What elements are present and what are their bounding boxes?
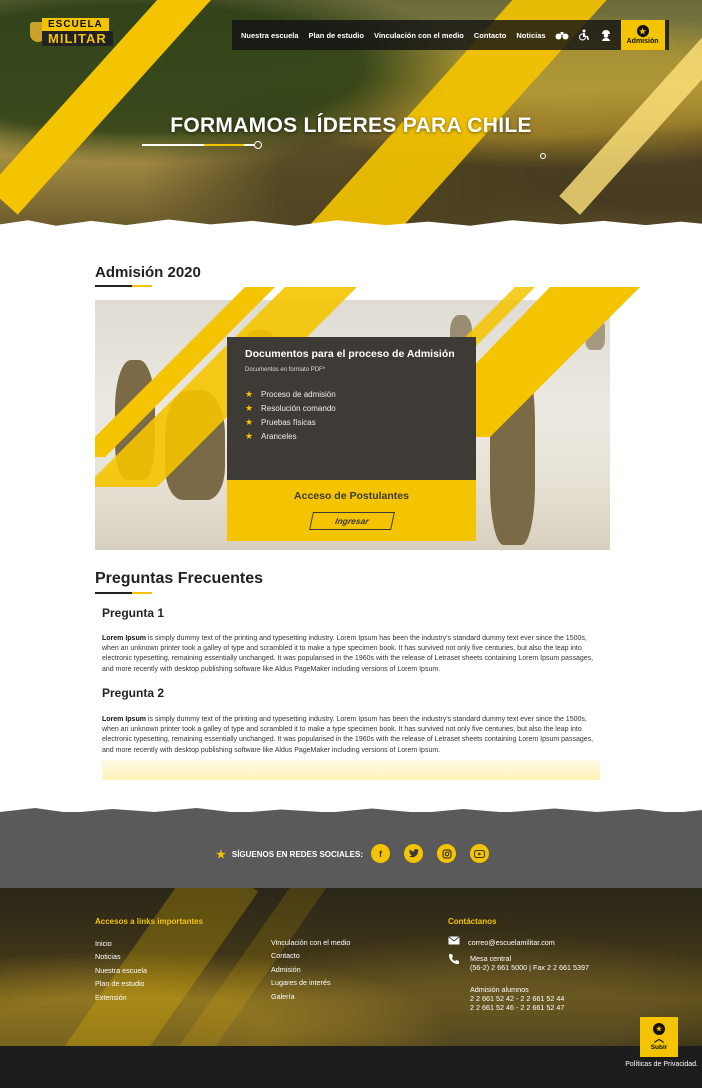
slider-dot[interactable] xyxy=(540,153,546,159)
envelope-icon xyxy=(448,936,460,948)
star-icon: ★ xyxy=(245,416,254,427)
twitter-icon[interactable] xyxy=(404,844,423,863)
logo-line2: MILITAR xyxy=(42,31,113,46)
star-icon: ★ xyxy=(216,849,226,861)
scroll-top-button[interactable]: ★ ︿ Subir xyxy=(640,1017,678,1057)
user-soldier-icon[interactable] xyxy=(598,27,614,43)
footer-link-plan-estudio[interactable]: Plan de estudio xyxy=(95,979,145,988)
footer-link-vinculacion[interactable]: Vinculación con el medio xyxy=(271,938,350,947)
footer-link-noticias[interactable]: Noticias xyxy=(95,952,121,961)
facebook-icon[interactable]: f xyxy=(371,844,390,863)
instagram-icon[interactable] xyxy=(437,844,456,863)
nav-item-noticias[interactable]: Noticias xyxy=(511,31,550,40)
nav-item-contacto[interactable]: Contacto xyxy=(469,31,512,40)
footer-link-galeria[interactable]: Galería xyxy=(271,992,295,1001)
social-label: ★ SÍGUENOS EN REDES SOCIALES: xyxy=(216,849,364,861)
faq-answer: Lorem Ipsum is simply dummy text of the … xyxy=(102,635,594,673)
contact-title: Contáctanos xyxy=(448,917,497,926)
logo-line1: ESCUELA xyxy=(42,18,109,31)
phone-number: (56-2) 2 661 5000 | Fax 2 2 661 5397 xyxy=(470,963,589,972)
star-icon: ★ xyxy=(245,430,254,441)
hero-underline xyxy=(142,144,254,146)
document-link[interactable]: ★ Aranceles xyxy=(245,429,458,443)
nav-item-vinculacion[interactable]: Vinculación con el medio xyxy=(369,31,469,40)
document-link[interactable]: ★ Resolución comando xyxy=(245,401,458,415)
admision-button[interactable]: ★ Admisión xyxy=(620,20,665,50)
phone-label: Mesa central xyxy=(470,954,512,963)
main-nav: Nuestra escuela Plan de estudio Vinculac… xyxy=(232,20,669,50)
footer-link-nuestra-escuela[interactable]: Nuestra escuela xyxy=(95,966,147,975)
star-icon: ★ xyxy=(636,25,649,37)
document-link[interactable]: ★ Pruebas físicas xyxy=(245,415,458,429)
admision-label: Admisión xyxy=(626,38,659,45)
students-label: Admisión alumnos xyxy=(470,985,529,994)
footer-link-admision[interactable]: Admisión xyxy=(271,965,301,974)
binoculars-icon[interactable] xyxy=(554,27,570,43)
admision-title: Admisión 2020 xyxy=(95,264,201,281)
nav-item-plan-estudio[interactable]: Plan de estudio xyxy=(304,31,369,40)
students-phone-1: 2 2 661 52 42 - 2 2 661 52 44 xyxy=(470,994,565,1003)
postulantes-title: Acceso de Postulantes xyxy=(294,490,409,502)
social-band: ★ SÍGUENOS EN REDES SOCIALES: f xyxy=(0,808,702,892)
faq-title-underline xyxy=(95,592,152,594)
faq-question[interactable]: Pregunta 1 xyxy=(102,606,164,620)
students-phone-2: 2 2 661 52 46 - 2 2 661 52 47 xyxy=(470,1003,565,1012)
footer-link-inicio[interactable]: Inicio xyxy=(95,939,112,948)
faq-title: Preguntas Frecuentes xyxy=(95,570,264,587)
footer-link-contacto[interactable]: Contacto xyxy=(271,951,300,960)
subir-label: Subir xyxy=(650,1044,668,1051)
phone-icon xyxy=(448,953,460,968)
accessibility-icon[interactable] xyxy=(576,27,592,43)
faq-answer: Lorem Ipsum is simply dummy text of the … xyxy=(102,716,594,754)
privacy-link[interactable]: Políticas de Privacidad. xyxy=(625,1061,698,1068)
footer-link-lugares[interactable]: Lugares de interés xyxy=(271,978,331,987)
contact-email[interactable]: correo@escuelamilitar.com xyxy=(468,938,555,947)
ingresar-button[interactable]: Ingresar xyxy=(308,512,395,530)
bottom-bar: Políticas de Privacidad. xyxy=(0,1046,702,1088)
star-icon: ★ xyxy=(245,402,254,413)
document-link[interactable]: ★ Proceso de admisión xyxy=(245,387,458,401)
documents-card: Documentos para el proceso de Admisión D… xyxy=(227,337,476,480)
faq-fade xyxy=(102,760,600,780)
slider-dot[interactable] xyxy=(254,141,262,149)
links-title: Accesos a links importantes xyxy=(95,917,204,926)
chevron-up-icon: ︿ xyxy=(654,1034,664,1045)
footer-link-extension[interactable]: Extensión xyxy=(95,993,127,1002)
site-logo[interactable]: ESCUELA MILITAR xyxy=(30,18,122,46)
postulantes-panel: Acceso de Postulantes Ingresar xyxy=(227,480,476,541)
documents-list: ★ Proceso de admisión ★ Resolución comando… xyxy=(245,387,458,443)
documents-card-subtitle: Documentos en formato PDF* xyxy=(245,367,326,373)
documents-card-title: Documentos para el proceso de Admisión xyxy=(245,348,455,360)
nav-item-nuestra-escuela[interactable]: Nuestra escuela xyxy=(236,31,304,40)
star-icon: ★ xyxy=(245,388,254,399)
hero-title: FORMAMOS LÍDERES PARA CHILE xyxy=(170,114,532,137)
youtube-icon[interactable] xyxy=(470,844,489,863)
faq-question[interactable]: Pregunta 2 xyxy=(102,686,164,700)
